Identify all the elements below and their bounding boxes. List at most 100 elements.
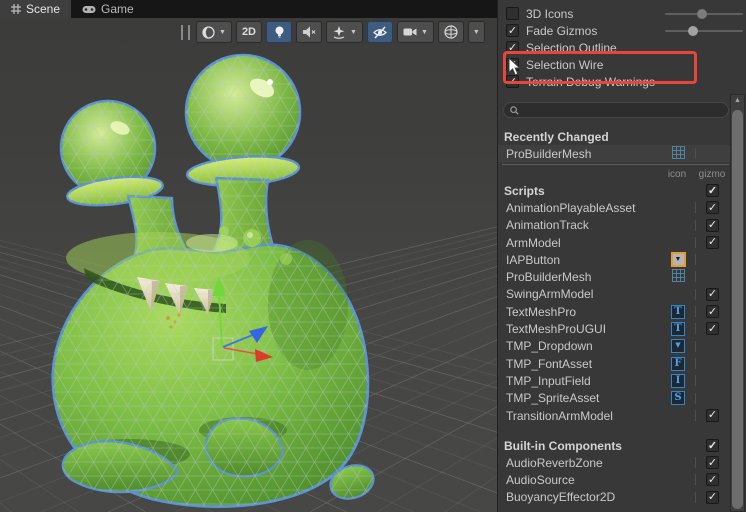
iap-button-icon[interactable]: ▼ <box>670 252 686 268</box>
row-label: IAPButton <box>506 252 561 267</box>
icon-column-divider <box>695 254 696 266</box>
visibility-button[interactable] <box>366 21 393 43</box>
scrollbar-up-arrow[interactable]: ▲ <box>731 97 744 104</box>
shading-mode-button[interactable]: ▼ <box>196 21 232 43</box>
section-title: Built-in Components <box>504 438 622 453</box>
effects-sparkle-icon <box>333 25 345 39</box>
gizmo-checkbox-transitionarmmodel[interactable]: ✓ <box>706 408 719 422</box>
gizmo-sphere-icon <box>444 25 458 39</box>
row-label: AudioReverbZone <box>506 455 603 470</box>
row-icon-slot[interactable]: ▼ <box>669 338 687 355</box>
gizmo-row-tmp-dropdown[interactable]: TMP_Dropdown ▼ <box>498 338 731 355</box>
panel-scrollbar[interactable]: ▲ <box>730 94 745 512</box>
icon-column-divider <box>695 357 696 369</box>
gizmo-row-iapbutton[interactable]: IAPButton ▼ <box>498 251 731 268</box>
gizmos-dropdown-button[interactable]: ▼ <box>467 21 485 43</box>
gizmo-checkbox-audioreverbzone[interactable]: ✓ <box>706 456 719 470</box>
option-row-fade-gizmos[interactable]: ✓ Fade Gizmos <box>498 22 743 39</box>
row-label: ArmModel <box>506 235 561 250</box>
icon-column-divider <box>695 340 696 352</box>
gizmo-row-tmp-fontasset[interactable]: TMP_FontAsset F <box>498 355 731 372</box>
gizmo-search-field[interactable] <box>503 102 729 118</box>
section-gizmo-checkbox[interactable]: ✓ <box>706 184 719 198</box>
row-icon-slot[interactable]: T <box>669 321 687 338</box>
section-title: Recently Changed <box>504 129 609 144</box>
tmp-letter-icon[interactable]: S <box>671 391 685 406</box>
section-gizmo-checkbox[interactable]: ✓ <box>706 439 719 453</box>
camera-button[interactable]: ▼ <box>396 21 434 43</box>
gizmo-checkbox-animationplayableasset[interactable]: ✓ <box>706 201 719 215</box>
slider-thumb[interactable] <box>696 9 707 19</box>
probuilder-grid-icon[interactable] <box>671 269 685 285</box>
eye-slash-icon <box>373 26 387 38</box>
gizmo-row-animationtrack[interactable]: AnimationTrack ✓ <box>498 217 731 234</box>
2d-button[interactable]: 2D <box>235 21 262 43</box>
tmp-letter-icon[interactable]: T <box>671 304 685 319</box>
checkbox-fade-gizmos[interactable]: ✓ <box>506 24 519 37</box>
row-label: TMP_FontAsset <box>506 356 593 371</box>
gizmo-row-transitionarmmodel[interactable]: TransitionArmModel ✓ <box>498 407 731 424</box>
gizmo-row-textmeshprougui[interactable]: TextMeshProUGUI T ✓ <box>498 320 731 337</box>
row-icon-slot[interactable]: T <box>669 303 687 320</box>
gizmo-checkbox-textmeshpro[interactable]: ✓ <box>706 305 719 319</box>
probuilder-grid-icon[interactable] <box>671 145 685 162</box>
tmp-letter-icon[interactable]: I <box>671 373 685 388</box>
tab-game[interactable]: Game <box>71 0 145 18</box>
gizmo-checkbox-swingarmmodel[interactable]: ✓ <box>706 287 719 301</box>
gizmo-row-animationplayableasset[interactable]: AnimationPlayableAsset ✓ <box>498 199 731 216</box>
tmp-letter-icon[interactable]: T <box>671 322 685 337</box>
column-headers: icon gizmo <box>498 169 731 182</box>
checkbox-selection-outline[interactable]: ✓ <box>506 41 519 54</box>
chevron-down-icon: ▼ <box>472 28 480 36</box>
tmp-letter-icon[interactable]: ▼ <box>671 339 685 354</box>
effects-button[interactable]: ▼ <box>326 21 363 43</box>
lighting-button[interactable] <box>266 21 292 43</box>
gizmo-row-armmodel[interactable]: ArmModel ✓ <box>498 234 731 251</box>
checkbox-3d-icons[interactable] <box>506 7 519 20</box>
icon-column-divider <box>695 375 696 387</box>
scrollbar-thumb[interactable] <box>732 110 743 509</box>
option-row-selection-wire[interactable]: ✓ Selection Wire <box>498 56 731 73</box>
checkbox-selection-wire[interactable]: ✓ <box>506 58 519 71</box>
gizmo-row-buoyancyeffector2d[interactable]: BuoyancyEffector2D ✓ <box>498 489 731 506</box>
row-icon-slot[interactable]: ▼ <box>669 251 687 268</box>
checkbox-terrain-debug-warnings[interactable]: ✓ <box>506 75 519 88</box>
option-row-terrain-debug-warnings[interactable]: ✓ Terrain Debug Warnings <box>498 73 731 90</box>
gizmo-checkbox-audiosource[interactable]: ✓ <box>706 473 719 487</box>
row-icon-slot[interactable]: F <box>669 355 687 372</box>
unity-scene-window: Scene Game ▼ 2D ▼ ▼ ▼ 3D Icons ✓ Fade Gi… <box>0 0 746 512</box>
tab-scene[interactable]: Scene <box>0 0 72 18</box>
audio-button[interactable] <box>296 21 322 43</box>
gizmo-row-tmp-spriteasset[interactable]: TMP_SpriteAsset S <box>498 390 731 407</box>
gizmo-checkbox-animationtrack[interactable]: ✓ <box>706 218 719 232</box>
gizmo-row-audiosource[interactable]: AudioSource ✓ <box>498 471 731 488</box>
gizmo-row-probuildermesh[interactable]: ProBuilderMesh <box>498 145 731 163</box>
gizmo-row-swingarmmodel[interactable]: SwingArmModel ✓ <box>498 286 731 303</box>
gizmo-checkbox-textmeshprougui[interactable]: ✓ <box>706 322 719 336</box>
gizmo-checkbox-buoyancyeffector2d[interactable]: ✓ <box>706 490 719 504</box>
gizmos-button[interactable] <box>437 21 464 43</box>
chevron-down-icon: ▼ <box>219 28 226 36</box>
gizmo-row-tmp-inputfield[interactable]: TMP_InputField I <box>498 372 731 389</box>
slider-thumb[interactable] <box>688 26 699 36</box>
row-icon-slot[interactable]: S <box>669 390 687 407</box>
slider-3d-icons[interactable] <box>665 9 743 19</box>
option-row-selection-outline[interactable]: ✓ Selection Outline <box>498 39 731 56</box>
option-row-3d-icons[interactable]: 3D Icons <box>498 5 743 22</box>
scene-toolbar: ▼ 2D ▼ ▼ ▼ <box>181 20 485 44</box>
gizmo-checkbox-armmodel[interactable]: ✓ <box>706 235 719 249</box>
slider-fade-gizmos[interactable] <box>665 26 743 36</box>
gizmo-row-audioreverbzone[interactable]: AudioReverbZone ✓ <box>498 454 731 471</box>
toolbar-drag-handle[interactable] <box>181 24 190 40</box>
audio-muted-icon <box>303 26 316 38</box>
gizmo-row-textmeshpro[interactable]: TextMeshPro T ✓ <box>498 303 731 320</box>
row-icon-slot[interactable] <box>669 269 687 286</box>
section-header-recently-changed: Recently Changed <box>498 128 731 145</box>
gizmo-row-probuildermesh[interactable]: ProBuilderMesh <box>498 268 731 285</box>
section-header-scripts: Scripts ✓ <box>498 182 731 199</box>
lightbulb-icon <box>275 26 283 37</box>
row-icon-slot[interactable]: I <box>669 372 687 389</box>
row-icon-slot[interactable] <box>669 145 687 162</box>
monster-model[interactable] <box>30 40 390 512</box>
tmp-letter-icon[interactable]: F <box>671 356 685 371</box>
